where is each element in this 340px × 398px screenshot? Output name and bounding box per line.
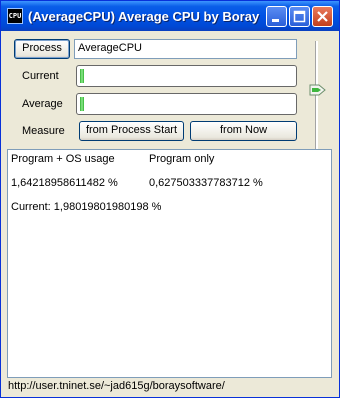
current-usage-line: Current: 1,98019801980198 % — [11, 201, 162, 213]
minimize-icon — [272, 19, 279, 22]
close-icon — [317, 11, 328, 22]
program-only-value: 0,627503337783712 % — [149, 177, 263, 189]
measure-label: Measure — [22, 125, 65, 137]
average-progress-fill — [80, 97, 84, 111]
program-os-usage-value: 1,64218958611482 % — [11, 177, 118, 189]
maximize-button[interactable] — [289, 6, 310, 27]
program-os-usage-header: Program + OS usage — [11, 153, 115, 165]
title-bar[interactable]: CPU (AverageCPU) Average CPU by Boray — [1, 1, 339, 31]
close-button[interactable] — [312, 6, 333, 27]
output-panel[interactable]: Program + OS usage Program only 1,642189… — [7, 149, 332, 378]
minimize-button[interactable] — [266, 6, 287, 27]
average-label: Average — [22, 98, 63, 110]
window-title: (AverageCPU) Average CPU by Boray — [28, 9, 260, 24]
app-cpu-icon[interactable]: CPU — [7, 8, 23, 24]
maximize-icon — [293, 10, 306, 23]
current-progress-fill — [80, 69, 84, 83]
status-url[interactable]: http://user.tninet.se/~jad615g/boraysoft… — [4, 379, 336, 396]
main-window: CPU (AverageCPU) Average CPU by Boray Pr… — [0, 0, 340, 398]
current-label: Current — [22, 70, 59, 82]
average-progress-bar — [76, 93, 297, 115]
current-progress-bar — [76, 65, 297, 87]
client-area: Process AverageCPU Current Average Measu… — [4, 31, 336, 396]
process-name-field[interactable]: AverageCPU — [74, 39, 297, 59]
program-only-header: Program only — [149, 153, 215, 165]
from-now-button[interactable]: from Now — [190, 121, 297, 141]
slider-arrow-icon[interactable] — [309, 84, 327, 96]
process-button[interactable]: Process — [14, 39, 70, 59]
from-process-start-button[interactable]: from Process Start — [79, 121, 184, 141]
